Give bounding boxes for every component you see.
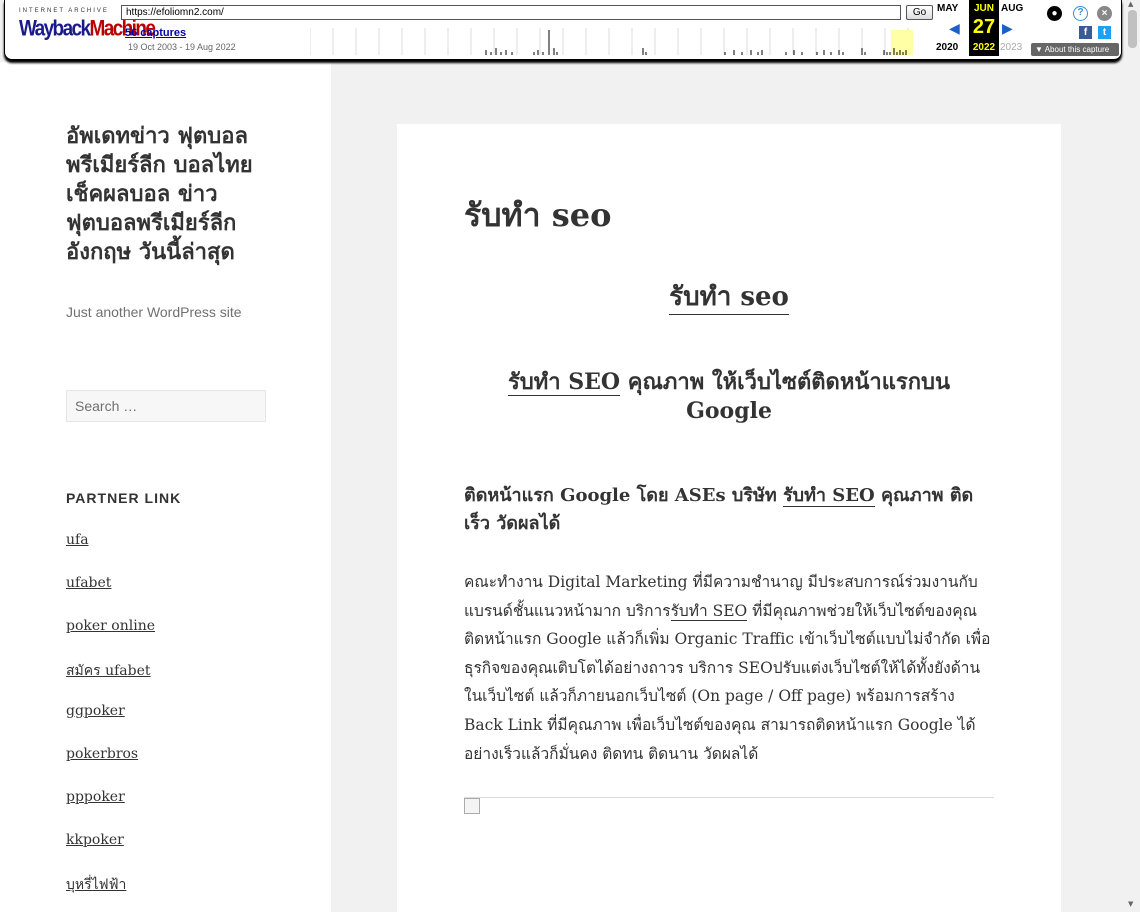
help-icon[interactable]: ? bbox=[1073, 6, 1088, 21]
paragraph-text-b: ที่มีคุณภาพช่วยให้เว็บไซต์ของคุณติดหน้าแ… bbox=[464, 601, 991, 763]
next-year: 2023 bbox=[1000, 42, 1023, 53]
site-tagline: Just another WordPress site bbox=[66, 304, 242, 320]
heading-1-link[interactable]: รับทำ seo bbox=[669, 282, 789, 315]
current-capture-date: JUN 27 2022 bbox=[969, 0, 999, 56]
prev-year[interactable]: 2020 bbox=[936, 42, 958, 53]
captures-link[interactable]: 56 captures bbox=[125, 27, 186, 39]
capture-range: 19 Oct 2003 - 19 Aug 2022 bbox=[128, 42, 236, 52]
broken-image bbox=[464, 797, 994, 817]
heading-2-text: คุณภาพ ให้เว็บไซต์ติดหน้าแรกบน Google bbox=[620, 369, 951, 424]
next-month[interactable]: AUG bbox=[1001, 3, 1023, 14]
partner-links: ufa ufabet poker online สมัคร ufabet ggp… bbox=[66, 532, 155, 912]
article-paragraph: คณะทำงาน Digital Marketing ที่มีความชำนา… bbox=[464, 568, 996, 768]
about-capture-button[interactable]: ▼ About this capture bbox=[1031, 43, 1119, 56]
partner-link[interactable]: สมัคร ufabet bbox=[66, 660, 155, 703]
site-title[interactable]: อัพเดทข่าว ฟุตบอลพรีเมียร์ลีก บอลไทย เช็… bbox=[66, 122, 286, 267]
scrollbar-thumb[interactable] bbox=[1128, 10, 1137, 48]
close-icon[interactable]: × bbox=[1097, 6, 1112, 21]
partner-link[interactable]: ggpoker bbox=[66, 703, 155, 746]
partner-link[interactable]: kkpoker bbox=[66, 832, 155, 875]
article: รับทำ seo รับทำ seo รับทำ SEO คุณภาพ ให้… bbox=[397, 124, 1061, 912]
heading-2-link[interactable]: รับทำ SEO bbox=[507, 369, 621, 396]
go-button[interactable]: Go bbox=[906, 5, 933, 20]
current-year: 2022 bbox=[972, 42, 996, 53]
page-scrollbar[interactable]: ▲ ▼ bbox=[1124, 0, 1140, 912]
paragraph-link[interactable]: รับทำ SEO bbox=[670, 601, 748, 621]
current-month: JUN bbox=[973, 3, 994, 14]
heading-2: รับทำ SEO คุณภาพ ให้เว็บไซต์ติดหน้าแรกบน… bbox=[464, 368, 994, 426]
current-day: 27 bbox=[972, 16, 996, 38]
about-capture-label: About this capture bbox=[1044, 45, 1110, 54]
broken-image-icon bbox=[464, 798, 480, 814]
entry-title: รับทำ seo bbox=[464, 196, 612, 234]
heading-3-text-a: ติดหน้าแรก Google โดย ASEs บริษัท bbox=[464, 485, 783, 506]
triangle-down-icon: ▼ bbox=[1035, 45, 1045, 54]
twitter-icon[interactable]: t bbox=[1098, 26, 1111, 39]
user-account-icon[interactable]: ● bbox=[1047, 6, 1062, 21]
facebook-icon[interactable]: f bbox=[1079, 26, 1092, 39]
next-capture-arrow-icon[interactable]: ▶ bbox=[1002, 20, 1013, 37]
scroll-down-icon[interactable]: ▼ bbox=[1128, 900, 1133, 908]
partner-link[interactable]: ufabet bbox=[66, 575, 155, 618]
partner-link[interactable]: pokerbros bbox=[66, 746, 155, 789]
logo-main-text: WaybackMachine bbox=[19, 17, 156, 42]
heading-1: รับทำ seo bbox=[464, 276, 994, 317]
sidebar: อัพเดทข่าว ฟุตบอลพรีเมียร์ลีก บอลไทย เช็… bbox=[0, 62, 331, 912]
wayback-logo[interactable]: INTERNET ARCHIVE WaybackMachine bbox=[19, 8, 156, 48]
prev-month[interactable]: MAY bbox=[937, 3, 958, 14]
prev-capture-arrow-icon[interactable]: ◀ bbox=[949, 20, 960, 37]
search-input[interactable]: Search … bbox=[66, 390, 266, 422]
wayback-toolbar: INTERNET ARCHIVE WaybackMachine https://… bbox=[4, 0, 1122, 60]
partner-link[interactable]: ufa bbox=[66, 532, 155, 575]
url-input[interactable]: https://efoliomn2.com/ bbox=[121, 5, 901, 20]
heading-3: ติดหน้าแรก Google โดย ASEs บริษัท รับทำ … bbox=[464, 482, 994, 538]
scroll-up-icon[interactable]: ▲ bbox=[1128, 0, 1133, 8]
capture-sparkline[interactable] bbox=[310, 28, 930, 55]
heading-3-link[interactable]: รับทำ SEO bbox=[782, 485, 875, 507]
widget-title: PARTNER LINK bbox=[66, 490, 182, 506]
partner-link[interactable]: บุหรี่ไฟฟ้า bbox=[66, 874, 155, 912]
partner-link[interactable]: poker online bbox=[66, 618, 155, 661]
logo-top-text: INTERNET ARCHIVE bbox=[19, 8, 109, 14]
partner-link[interactable]: pppoker bbox=[66, 789, 155, 832]
